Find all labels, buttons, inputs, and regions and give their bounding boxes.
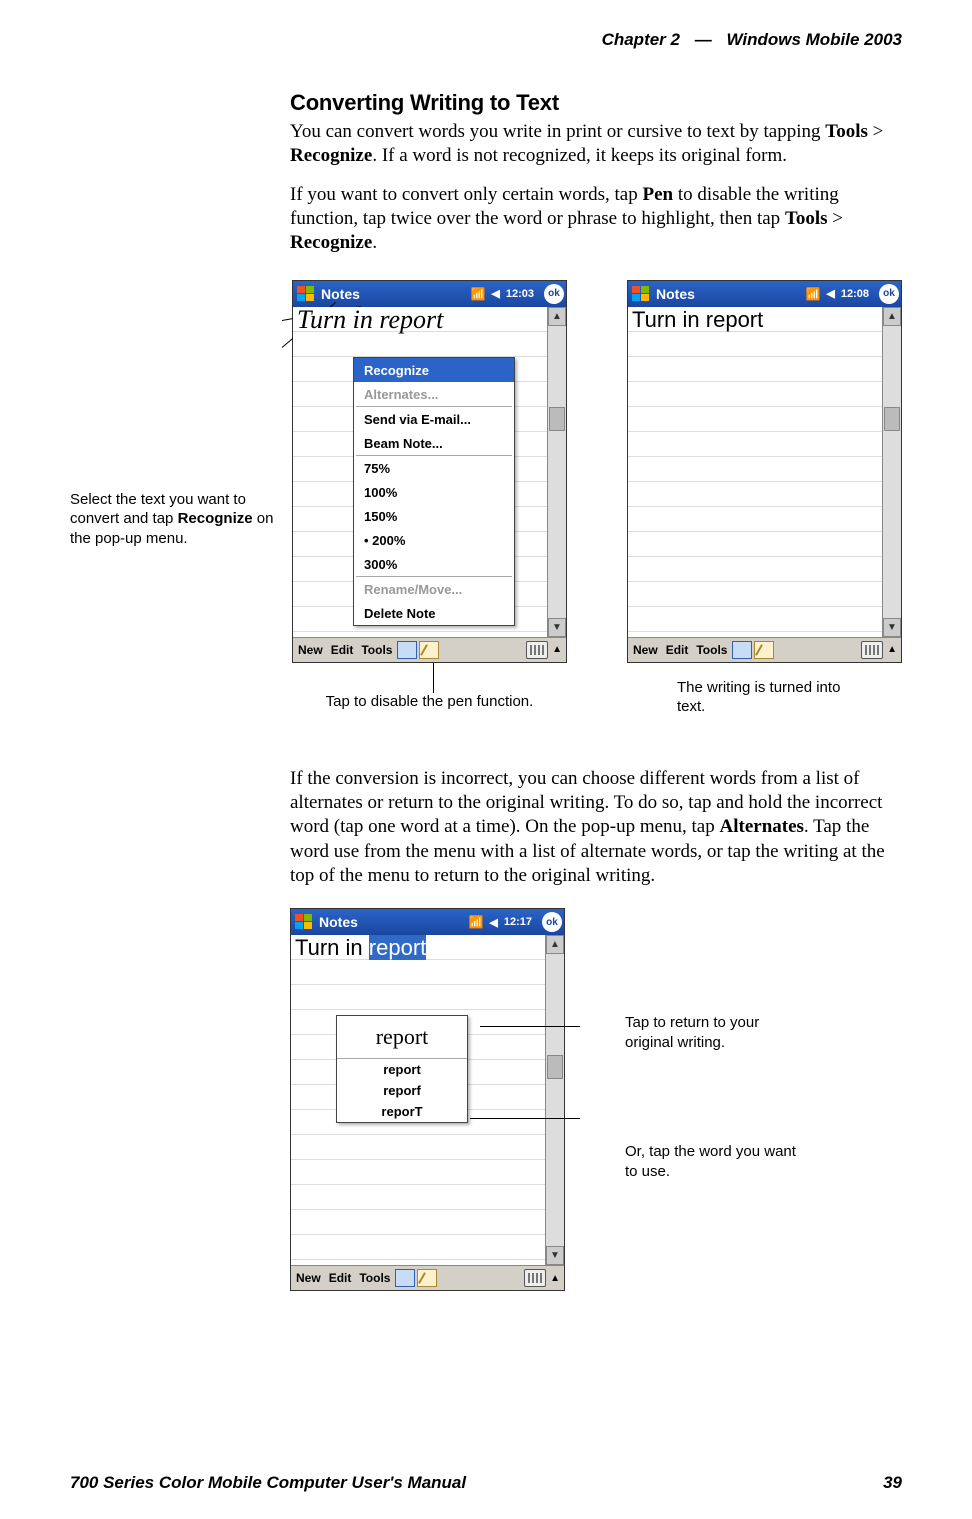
note-canvas[interactable]: Turn in report Recognize Alternates... S… (293, 307, 547, 637)
record-icon[interactable] (397, 641, 417, 659)
start-icon[interactable] (293, 912, 315, 932)
scrollbar[interactable]: ▲ ▼ (882, 307, 901, 637)
callout-pen: Tap to disable the pen function. (326, 693, 534, 710)
command-bar: New Edit Tools ▲ (291, 1265, 564, 1290)
menu-zoom-200[interactable]: 200% (354, 528, 514, 552)
screenshot-notes-alternates: Notes 12:17 ok Turn in report (290, 908, 565, 1291)
scroll-up-icon[interactable]: ▲ (546, 935, 564, 954)
alt-option-1[interactable]: reporf (337, 1080, 467, 1101)
keyboard-icon[interactable] (861, 641, 883, 659)
menu-zoom-300[interactable]: 300% (354, 552, 514, 576)
scroll-up-icon[interactable]: ▲ (883, 307, 901, 326)
volume-icon[interactable] (491, 287, 499, 300)
scrollbar[interactable]: ▲ ▼ (545, 935, 564, 1265)
menu-alternates: Alternates... (354, 382, 514, 406)
alt-original-writing[interactable]: report (337, 1016, 467, 1059)
screenshot-notes-converted: Notes 12:08 ok Turn in report ▲ (627, 280, 902, 663)
app-title: Notes (656, 286, 805, 302)
menu-delete[interactable]: Delete Note (354, 601, 514, 625)
ok-button[interactable]: ok (879, 284, 899, 304)
note-canvas[interactable]: Turn in report (628, 307, 882, 637)
menu-send-email[interactable]: Send via E-mail... (354, 407, 514, 431)
menu-zoom-100[interactable]: 100% (354, 480, 514, 504)
callout-left: Select the text you want to convert and … (70, 280, 292, 549)
callout-right: The writing is turned into text. (677, 678, 847, 717)
clock[interactable]: 12:17 (504, 916, 532, 928)
page-footer: 700 Series Color Mobile Computer User's … (70, 1473, 902, 1493)
app-title: Notes (319, 914, 468, 930)
cmd-edit[interactable]: Edit (326, 1271, 355, 1285)
para-2: If you want to convert only certain word… (290, 183, 902, 256)
scroll-down-icon[interactable]: ▼ (548, 618, 566, 637)
converted-text: Turn in report (632, 307, 763, 333)
selected-word[interactable]: report (369, 935, 426, 960)
note-text: Turn in report (295, 935, 426, 961)
cmd-edit[interactable]: Edit (663, 643, 692, 657)
command-bar: New Edit Tools ▲ (628, 637, 901, 662)
record-icon[interactable] (395, 1269, 415, 1287)
cmd-tools[interactable]: Tools (693, 643, 730, 657)
menu-beam-note[interactable]: Beam Note... (354, 431, 514, 455)
start-icon[interactable] (630, 284, 652, 304)
app-title: Notes (321, 286, 470, 302)
menu-recognize[interactable]: Recognize (354, 358, 514, 382)
cmd-tools[interactable]: Tools (356, 1271, 393, 1285)
sip-up-icon[interactable]: ▲ (550, 644, 564, 655)
menu-zoom-75[interactable]: 75% (354, 456, 514, 480)
scroll-thumb[interactable] (549, 407, 565, 431)
scroll-thumb[interactable] (547, 1055, 563, 1079)
clock[interactable]: 12:08 (841, 288, 869, 300)
volume-icon[interactable] (826, 287, 834, 300)
ok-button[interactable]: ok (542, 912, 562, 932)
context-menu: Recognize Alternates... Send via E-mail.… (353, 357, 515, 626)
scrollbar[interactable]: ▲ ▼ (547, 307, 566, 637)
cmd-new[interactable]: New (630, 643, 661, 657)
command-bar: New Edit Tools ▲ (293, 637, 566, 662)
connectivity-icon[interactable] (470, 287, 485, 301)
running-header: Chapter 2 — Windows Mobile 2003 (70, 30, 902, 50)
sip-up-icon[interactable]: ▲ (548, 1273, 562, 1284)
pen-icon[interactable] (419, 641, 439, 659)
cmd-tools[interactable]: Tools (358, 643, 395, 657)
cmd-new[interactable]: New (295, 643, 326, 657)
pen-icon[interactable] (754, 641, 774, 659)
volume-icon[interactable] (489, 916, 497, 929)
sip-up-icon[interactable]: ▲ (885, 644, 899, 655)
para-1: You can convert words you write in print… (290, 120, 902, 169)
note-canvas[interactable]: Turn in report report report reporf repo… (291, 935, 545, 1265)
start-icon[interactable] (295, 284, 317, 304)
chapter-label: Chapter 2 (602, 30, 680, 49)
para-3: If the conversion is incorrect, you can … (290, 767, 902, 889)
clock[interactable]: 12:03 (506, 288, 534, 300)
titlebar[interactable]: Notes 12:08 ok (628, 281, 901, 307)
alternates-menu: report report reporf reporT (336, 1015, 468, 1123)
connectivity-icon[interactable] (468, 915, 483, 929)
keyboard-icon[interactable] (524, 1269, 546, 1287)
section-title: Converting Writing to Text (290, 90, 902, 116)
alt-option-0[interactable]: report (337, 1059, 467, 1080)
manual-title: 700 Series Color Mobile Computer User's … (70, 1473, 466, 1493)
ok-button[interactable]: ok (544, 284, 564, 304)
menu-rename: Rename/Move... (354, 577, 514, 601)
callout-return-original: Tap to return to your original writing. (625, 1013, 805, 1052)
scroll-down-icon[interactable]: ▼ (546, 1246, 564, 1265)
pen-icon[interactable] (417, 1269, 437, 1287)
screenshot-notes-recognize: Notes 12:03 ok Turn in report Recognize (292, 280, 567, 663)
product-name: Windows Mobile 2003 (726, 30, 902, 49)
alt-option-2[interactable]: reporT (337, 1101, 467, 1122)
scroll-down-icon[interactable]: ▼ (883, 618, 901, 637)
keyboard-icon[interactable] (526, 641, 548, 659)
callout-tap-word: Or, tap the word you want to use. (625, 1142, 805, 1181)
scroll-thumb[interactable] (884, 407, 900, 431)
scroll-up-icon[interactable]: ▲ (548, 307, 566, 326)
connectivity-icon[interactable] (805, 287, 820, 301)
header-dash: — (695, 30, 712, 49)
titlebar[interactable]: Notes 12:17 ok (291, 909, 564, 935)
record-icon[interactable] (732, 641, 752, 659)
cmd-edit[interactable]: Edit (328, 643, 357, 657)
menu-zoom-150[interactable]: 150% (354, 504, 514, 528)
handwriting-text: Turn in report (297, 307, 443, 335)
page-number: 39 (883, 1473, 902, 1493)
cmd-new[interactable]: New (293, 1271, 324, 1285)
